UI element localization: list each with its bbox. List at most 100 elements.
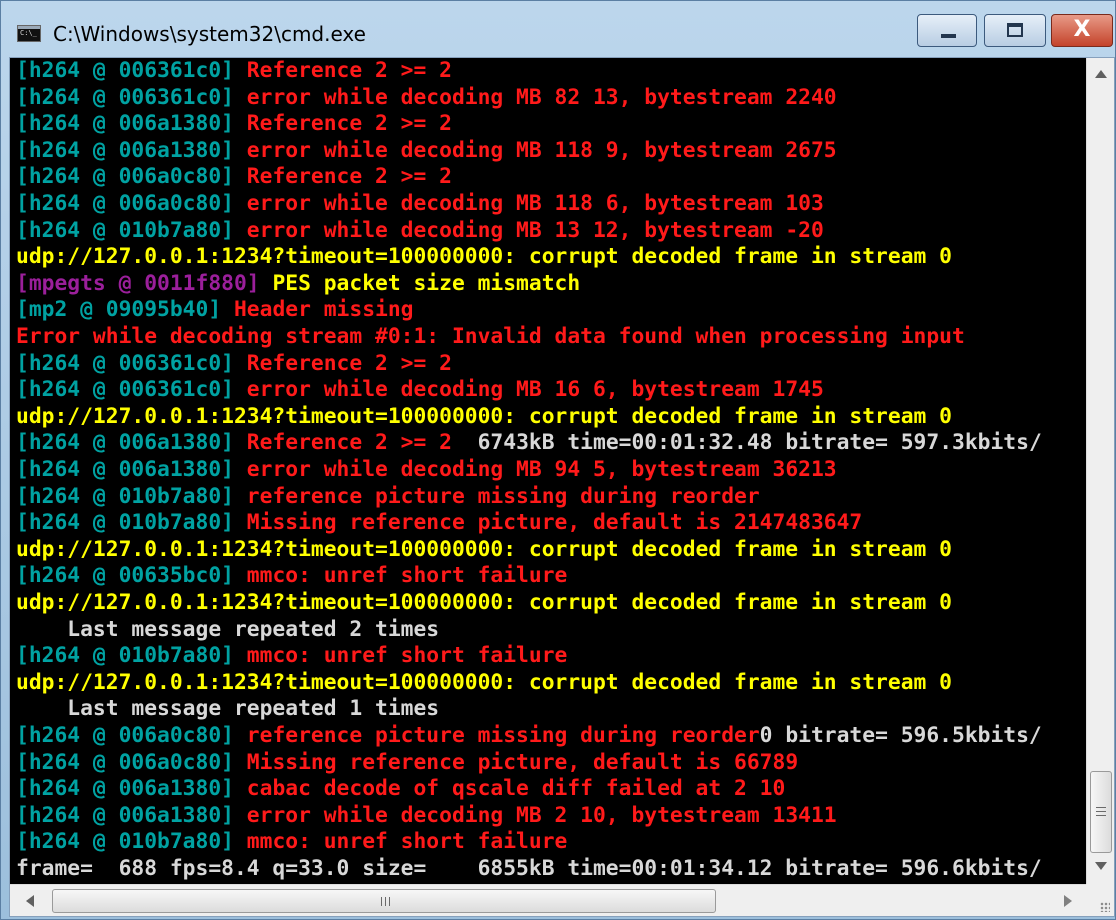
console-text-segment: error while decoding MB 2 10, bytestream… xyxy=(246,802,837,828)
console-line: [h264 @ 00635bc0] mmco: unref short fail… xyxy=(16,563,567,589)
console-text-segment: PES packet size mismatch xyxy=(272,270,581,296)
console-line: udp://127.0.0.1:1234?timeout=100000000: … xyxy=(16,590,952,616)
console-text-segment: [h264 @ 006a0c80] xyxy=(16,164,247,190)
console-text-segment: 6743kB time=00:01:32.48 bitrate= 597.3kb… xyxy=(464,430,1042,456)
console-text-segment: [h264 @ 006361c0] xyxy=(16,84,247,110)
console-text-segment: Header missing xyxy=(233,297,414,323)
console-line: [h264 @ 006a1380] error while decoding M… xyxy=(16,803,837,829)
console-text-segment: [h264 @ 006a1380] xyxy=(16,111,247,137)
console-line: Last message repeated 1 times xyxy=(16,696,439,722)
console-line: Last message repeated 2 times xyxy=(16,617,439,643)
vertical-scrollbar[interactable] xyxy=(1086,58,1114,884)
console-text-segment: [h264 @ 010b7a80] xyxy=(16,217,247,243)
console-text-segment: Last message repeated 2 times xyxy=(16,616,440,642)
console-text-segment: [h264 @ 006a1380] xyxy=(16,430,247,456)
console-line: [h264 @ 006361c0] Reference 2 >= 2 xyxy=(16,58,452,84)
console-text-segment: mmco: unref short failure xyxy=(246,643,568,669)
minimize-icon xyxy=(941,34,956,38)
console-line: [h264 @ 006a0c80] Missing reference pict… xyxy=(16,750,798,776)
console-text-segment: Reference 2 >= 2 xyxy=(246,58,452,83)
console-text-segment: [mp2 @ 09095b40] xyxy=(16,297,234,323)
console-line: [h264 @ 010b7a80] mmco: unref short fail… xyxy=(16,643,567,669)
grip-line xyxy=(1096,815,1106,816)
console-text-segment: [h264 @ 00635bc0] xyxy=(16,563,247,589)
scroll-down-arrow-icon[interactable] xyxy=(1095,862,1107,870)
maximize-icon xyxy=(1007,23,1023,37)
console-line: [h264 @ 006a0c80] Reference 2 >= 2 xyxy=(16,164,452,190)
console-line: udp://127.0.0.1:1234?timeout=100000000: … xyxy=(16,244,952,270)
console-text-segment: Reference 2 >= 2 xyxy=(246,164,452,190)
console-text-segment: [h264 @ 010b7a80] xyxy=(16,510,247,536)
close-button[interactable]: X xyxy=(1051,14,1113,47)
console-frame: [h264 @ 006361c0] Reference 2 >= 2 [h264 … xyxy=(9,57,1115,917)
console-text-segment: [h264 @ 006a0c80] xyxy=(16,723,247,748)
console-text-segment: udp://127.0.0.1:1234?timeout=100000000: … xyxy=(16,244,952,270)
console-icon[interactable] xyxy=(17,25,41,42)
vertical-scroll-thumb[interactable] xyxy=(1090,771,1112,853)
console-output[interactable]: [h264 @ 006361c0] Reference 2 >= 2 [h264 … xyxy=(10,58,1086,884)
horizontal-scrollbar[interactable] xyxy=(10,884,1086,916)
console-text-segment: udp://127.0.0.1:1234?timeout=100000000: … xyxy=(16,590,952,615)
console-line: [h264 @ 010b7a80] error while decoding M… xyxy=(16,218,824,244)
console-text-segment: [h264 @ 006361c0] xyxy=(16,350,247,376)
console-text-segment: mmco: unref short failure xyxy=(246,829,568,855)
console-text-segment: error while decoding MB 13 12, bytestrea… xyxy=(246,217,824,243)
console-text-segment: [h264 @ 006a0c80] xyxy=(16,191,247,216)
console-text-segment: [h264 @ 010b7a80] xyxy=(16,643,247,669)
console-line: [h264 @ 010b7a80] Missing reference pict… xyxy=(16,510,862,536)
console-text-segment: mmco: unref short failure xyxy=(246,563,568,589)
cmd-window: C:\Windows\system32\cmd.exe X [h264 @ 00… xyxy=(0,0,1116,920)
console-line: [h264 @ 006a1380] error while decoding M… xyxy=(16,457,837,483)
console-text-segment: [h264 @ 006a1380] xyxy=(16,776,247,802)
console-line: [h264 @ 006a0c80] error while decoding M… xyxy=(16,191,824,217)
title-bar[interactable]: C:\Windows\system32\cmd.exe X xyxy=(1,1,1115,57)
console-text-segment: [h264 @ 006a1380] xyxy=(16,137,247,163)
scroll-up-arrow-icon[interactable] xyxy=(1095,70,1107,78)
scroll-right-arrow-icon[interactable] xyxy=(1064,895,1072,907)
console-text-segment: error while decoding MB 82 13, bytestrea… xyxy=(246,84,837,110)
console-text-segment: error while decoding MB 94 5, bytestream… xyxy=(246,457,837,482)
console-text-segment: cabac decode of qscale diff failed at 2 … xyxy=(246,776,786,802)
resize-grip-icon[interactable] xyxy=(1086,884,1114,916)
console-text-segment: [h264 @ 010b7a80] xyxy=(16,829,247,855)
console-text-segment: Reference 2 >= 2 xyxy=(246,430,465,456)
console-line: [h264 @ 006361c0] error while decoding M… xyxy=(16,85,837,111)
console-line: [h264 @ 006a1380] cabac decode of qscale… xyxy=(16,776,785,802)
console-text-segment: Reference 2 >= 2 xyxy=(246,350,452,376)
console-line: udp://127.0.0.1:1234?timeout=100000000: … xyxy=(16,404,952,430)
console-line: [h264 @ 006a1380] error while decoding M… xyxy=(16,138,837,164)
console-text-segment: udp://127.0.0.1:1234?timeout=100000000: … xyxy=(16,669,952,695)
console-line: Error while decoding stream #0:1: Invali… xyxy=(16,324,965,350)
console-line: [h264 @ 010b7a80] mmco: unref short fail… xyxy=(16,829,567,855)
console-text-segment: [mpegts @ 0011f880] xyxy=(16,270,273,296)
console-line: [mpegts @ 0011f880] PES packet size mism… xyxy=(16,271,580,297)
console-line: [h264 @ 006a0c80] reference picture miss… xyxy=(16,723,1042,749)
console-text-segment: error while decoding MB 118 6, bytestrea… xyxy=(246,191,824,216)
console-text-segment: Missing reference picture, default is 66… xyxy=(246,749,799,775)
grip-line xyxy=(389,897,390,906)
console-text-segment: Error while decoding stream #0:1: Invali… xyxy=(16,324,965,349)
console-text-segment: [h264 @ 006a1380] xyxy=(16,457,247,482)
grip-line xyxy=(1096,811,1106,812)
console-text-segment: [h264 @ 006a0c80] xyxy=(16,749,247,775)
console-text-segment: error while decoding MB 118 9, bytestrea… xyxy=(246,137,837,163)
console-text-segment: reference picture missing during reorder xyxy=(246,483,760,509)
console-line: [h264 @ 006a1380] Reference 2 >= 2 6743k… xyxy=(16,430,1042,456)
console-line: [h264 @ 010b7a80] reference picture miss… xyxy=(16,484,760,510)
console-line: [h264 @ 006361c0] error while decoding M… xyxy=(16,377,824,403)
horizontal-scroll-thumb[interactable] xyxy=(52,889,716,913)
window-title: C:\Windows\system32\cmd.exe xyxy=(53,22,366,46)
console-text-segment: [h264 @ 010b7a80] xyxy=(16,483,247,509)
maximize-button[interactable] xyxy=(984,14,1046,47)
console-text-segment: Reference 2 >= 2 xyxy=(246,111,452,137)
minimize-button[interactable] xyxy=(917,14,977,47)
console-text-segment: [h264 @ 006361c0] xyxy=(16,377,247,403)
close-icon: X xyxy=(1073,17,1091,42)
console-line: [h264 @ 006a1380] Reference 2 >= 2 xyxy=(16,111,452,137)
console-text-segment: udp://127.0.0.1:1234?timeout=100000000: … xyxy=(16,403,952,429)
console-text-segment: Last message repeated 1 times xyxy=(16,696,440,722)
console-text-segment: [h264 @ 006361c0] xyxy=(16,58,247,83)
console-line: udp://127.0.0.1:1234?timeout=100000000: … xyxy=(16,537,952,563)
scroll-left-arrow-icon[interactable] xyxy=(26,895,34,907)
console-line: [h264 @ 006361c0] Reference 2 >= 2 xyxy=(16,351,452,377)
